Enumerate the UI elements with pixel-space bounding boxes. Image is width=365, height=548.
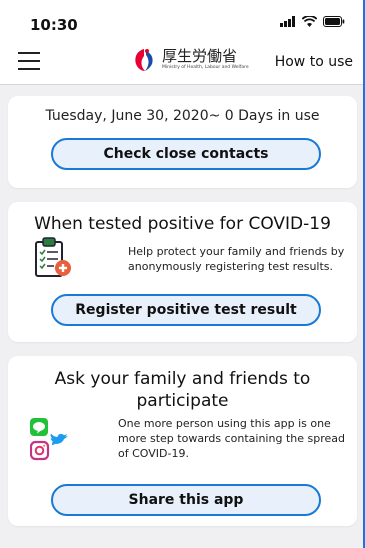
positive-test-card: When tested positive for COVID-19 Help p… [8, 202, 357, 342]
ministry-emblem-icon [135, 49, 153, 71]
wifi-icon [302, 16, 317, 27]
status-icons [280, 16, 345, 27]
battery-icon [323, 16, 345, 27]
share-app-button[interactable]: Share this app [51, 484, 321, 516]
app-screen: 10:30 厚生労働省 Ministry of Health, Labour a… [0, 0, 363, 548]
close-contacts-card: Tuesday, June 30, 2020~ 0 Days in use Ch… [8, 96, 357, 188]
clipboard-icon [35, 237, 71, 277]
line-icon [30, 418, 48, 436]
share-app-card: Ask your family and friends to participa… [8, 356, 357, 526]
ministry-logo: 厚生労働省 Ministry of Health, Labour and Wel… [132, 47, 249, 73]
status-time: 10:30 [30, 16, 78, 34]
register-positive-result-button[interactable]: Register positive test result [51, 294, 321, 326]
status-bar: 10:30 [0, 0, 363, 40]
logo-title: 厚生労働省 [162, 47, 238, 66]
check-close-contacts-button[interactable]: Check close contacts [51, 138, 321, 170]
instagram-icon [30, 440, 50, 461]
share-title: Ask your family and friends to participa… [54, 369, 311, 411]
nav-bar: 厚生労働省 Ministry of Health, Labour and Wel… [0, 40, 363, 85]
social-icons [30, 418, 68, 461]
logo-subtitle: Ministry of Health, Labour and Welfare [162, 65, 249, 71]
positive-test-title: When tested positive for COVID-19 [34, 214, 331, 234]
signal-icon [280, 16, 295, 27]
how-to-use-link[interactable]: How to use [275, 54, 353, 70]
usage-date-text: Tuesday, June 30, 2020~ 0 Days in use [45, 108, 320, 124]
menu-icon[interactable] [18, 52, 40, 70]
twitter-icon [50, 433, 68, 445]
positive-test-description: Help protect your family and friends by … [128, 245, 345, 273]
share-description: One more person using this app is one mo… [118, 417, 345, 460]
